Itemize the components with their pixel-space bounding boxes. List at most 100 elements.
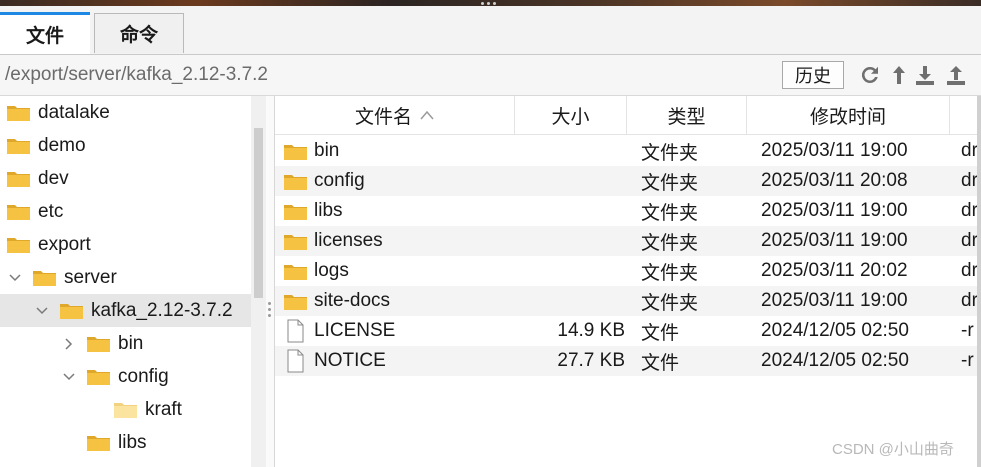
sort-ascending-icon [420, 110, 434, 120]
tree-item-label: demo [38, 134, 86, 156]
file-name: site-docs [314, 290, 391, 311]
tree-item-export[interactable]: export [0, 228, 251, 261]
tree-item-label: config [118, 365, 169, 387]
file-modified: 2025/03/11 20:02 [761, 260, 908, 281]
tree-item-kafka_2.12-3.7.2[interactable]: kafka_2.12-3.7.2 [0, 294, 251, 327]
file-modified: 2024/12/05 02:50 [761, 350, 909, 371]
file-modified: 2025/03/11 19:00 [761, 290, 908, 311]
upload-icon[interactable] [944, 63, 968, 87]
tree-item-bin[interactable]: bin [0, 327, 251, 360]
tree-scrollbar[interactable] [251, 96, 266, 467]
column-header-type[interactable]: 类型 [627, 96, 747, 134]
file-type: 文件夹 [641, 262, 699, 284]
tree-item-label: export [38, 233, 91, 255]
file-icon [287, 349, 304, 373]
tab-commands[interactable]: 命令 [94, 13, 184, 53]
folder-icon [6, 202, 31, 221]
file-row-NOTICE[interactable]: NOTICE 27.7 KB 文件 2024/12/05 02:50 -r [275, 346, 981, 376]
refresh-icon[interactable] [858, 63, 882, 87]
file-name: libs [314, 200, 343, 221]
file-size [515, 136, 625, 166]
folder-icon [113, 400, 138, 419]
file-name: licenses [314, 230, 383, 251]
file-row-libs[interactable]: libs 文件夹 2025/03/11 19:00 dr [275, 196, 981, 226]
expand-chevron-down-icon[interactable] [35, 304, 49, 318]
tree-item-libs[interactable]: libs [0, 426, 251, 459]
file-list: 文件名 大小 类型 修改时间 bin 文件夹 2025/03/11 19:00 dr c… [274, 96, 981, 467]
file-modified: 2025/03/11 19:00 [761, 200, 908, 221]
file-name-cell: NOTICE [283, 346, 513, 376]
file-list-header: 文件名 大小 类型 修改时间 [275, 96, 981, 135]
tree-item-dev[interactable]: dev [0, 162, 251, 195]
folder-icon [283, 262, 308, 281]
file-row-config[interactable]: config 文件夹 2025/03/11 20:08 dr [275, 166, 981, 196]
column-header-modified[interactable]: 修改时间 [747, 96, 950, 134]
file-name-cell: config [283, 166, 513, 196]
up-arrow-icon[interactable] [887, 63, 911, 87]
file-modified: 2025/03/11 19:00 [761, 140, 908, 161]
folder-tree: datalake demo dev etc export server kafka_2.12… [0, 96, 266, 467]
column-header-name[interactable]: 文件名 [275, 96, 515, 134]
folder-icon [86, 334, 111, 353]
file-name-cell: licenses [283, 226, 513, 256]
file-modified: 2024/12/05 02:50 [761, 320, 909, 341]
folder-icon [86, 433, 111, 452]
path-bar: /export/server/kafka_2.12-3.7.2 历史 [0, 55, 981, 96]
tree-item-label: kafka_2.12-3.7.2 [91, 299, 233, 321]
folder-icon [6, 169, 31, 188]
folder-icon [283, 172, 308, 191]
tree-item-demo[interactable]: demo [0, 129, 251, 162]
expand-chevron-down-icon[interactable] [62, 370, 76, 384]
file-modified: 2025/03/11 20:08 [761, 170, 908, 191]
file-name: NOTICE [314, 350, 386, 371]
file-type: 文件夹 [641, 142, 699, 164]
file-row-licenses[interactable]: licenses 文件夹 2025/03/11 19:00 dr [275, 226, 981, 256]
tree-item-label: libs [118, 431, 147, 453]
file-size [515, 196, 625, 226]
file-type: 文件 [641, 352, 680, 374]
file-list-scrollbar[interactable] [977, 96, 981, 467]
file-name: config [314, 170, 365, 191]
file-size [515, 226, 625, 256]
file-size [515, 256, 625, 286]
file-size [515, 286, 625, 316]
pane-splitter[interactable] [266, 96, 274, 467]
file-name-cell: site-docs [283, 286, 513, 316]
tree-item-label: server [64, 266, 117, 288]
file-row-site-docs[interactable]: site-docs 文件夹 2025/03/11 19:00 dr [275, 286, 981, 316]
folder-icon [283, 142, 308, 161]
download-icon[interactable] [913, 63, 937, 87]
file-type: 文件夹 [641, 232, 699, 254]
file-type: 文件夹 [641, 202, 699, 224]
tree-scrollbar-thumb[interactable] [254, 128, 263, 298]
column-header-size[interactable]: 大小 [515, 96, 627, 134]
tree-item-label: kraft [145, 398, 182, 420]
expand-chevron-right-icon[interactable] [62, 337, 76, 351]
tree-item-datalake[interactable]: datalake [0, 96, 251, 129]
tree-item-kraft[interactable]: kraft [0, 393, 251, 426]
tree-item-label: datalake [38, 101, 110, 123]
file-row-bin[interactable]: bin 文件夹 2025/03/11 19:00 dr [275, 136, 981, 166]
history-button[interactable]: 历史 [782, 61, 844, 89]
file-type: 文件 [641, 322, 680, 344]
expand-spacer [89, 403, 103, 417]
file-name-cell: bin [283, 136, 513, 166]
tree-item-etc[interactable]: etc [0, 195, 251, 228]
path-input[interactable]: /export/server/kafka_2.12-3.7.2 [5, 64, 268, 86]
file-modified: 2025/03/11 19:00 [761, 230, 908, 251]
tab-files[interactable]: 文件 [0, 12, 90, 54]
folder-icon [59, 301, 84, 320]
expand-chevron-down-icon[interactable] [8, 271, 22, 285]
tree-item-label: etc [38, 200, 64, 222]
folder-icon [283, 202, 308, 221]
file-name: logs [314, 260, 349, 281]
file-row-logs[interactable]: logs 文件夹 2025/03/11 20:02 dr [275, 256, 981, 286]
file-name: bin [314, 140, 340, 161]
folder-icon [283, 232, 308, 251]
tree-item-config[interactable]: config [0, 360, 251, 393]
file-size: 27.7 KB [557, 350, 625, 371]
file-row-LICENSE[interactable]: LICENSE 14.9 KB 文件 2024/12/05 02:50 -r [275, 316, 981, 346]
tree-item-label: dev [38, 167, 69, 189]
folder-icon [6, 136, 31, 155]
tree-item-server[interactable]: server [0, 261, 251, 294]
